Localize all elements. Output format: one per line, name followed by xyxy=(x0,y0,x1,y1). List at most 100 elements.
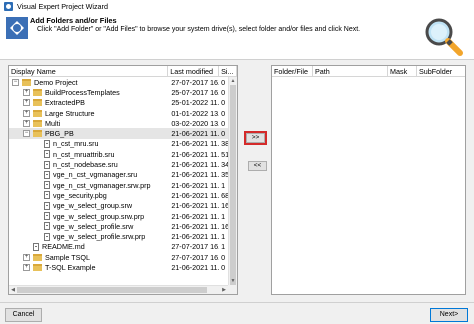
tree-row-label: vge_security.pbg xyxy=(53,190,107,200)
column-display-name[interactable]: Display Name xyxy=(9,66,169,76)
tree-row[interactable]: vge_w_select_profile.srw 21-06-2021 11...… xyxy=(9,221,237,231)
folder-icon xyxy=(22,78,31,86)
expand-icon[interactable]: + xyxy=(23,253,30,261)
scroll-corner xyxy=(228,285,237,294)
magnifier-icon xyxy=(425,18,463,56)
column-path[interactable]: Path xyxy=(313,66,388,76)
tree-row[interactable]: + BuildProcessTemplates 25-07-2017 16... 0 xyxy=(9,87,237,97)
tree-row-modified: 21-06-2021 11... xyxy=(171,149,220,159)
folder-icon xyxy=(33,263,42,271)
window-title: Visual Expert Project Wizard xyxy=(17,2,108,11)
tree-row-modified: 21-06-2021 11... xyxy=(171,170,220,180)
file-icon xyxy=(44,181,50,190)
tree-row[interactable]: − PBG_PB 21-06-2021 11... 0 xyxy=(9,128,237,139)
tree-row-label: Multi xyxy=(45,118,61,128)
collapse-icon[interactable]: − xyxy=(23,130,30,138)
tree-row-label: vge_w_select_profile.srw xyxy=(53,221,134,231)
horizontal-scrollbar[interactable]: ◀ ▶ xyxy=(9,285,228,294)
column-mask[interactable]: Mask xyxy=(388,66,417,76)
tree-row[interactable]: vge_w_select_group.srw 21-06-2021 11... 16 xyxy=(9,201,237,211)
tree-row-label: n_cst_mruattrib.sru xyxy=(53,149,115,159)
app-icon xyxy=(4,2,13,11)
tree-row[interactable]: README.md 27-07-2017 16... 1 xyxy=(9,242,237,252)
tree-row-modified: 21-06-2021 11... xyxy=(171,232,220,242)
tree-row[interactable]: − Demo Project 27-07-2017 16... 0 xyxy=(9,77,237,87)
column-last-modified[interactable]: Last modified xyxy=(168,66,220,76)
scroll-down-icon[interactable]: ▼ xyxy=(229,277,237,285)
remove-selection-button[interactable]: << xyxy=(248,161,267,171)
tree-row[interactable]: n_cst_mru.sru21-06-2021 11...383 xyxy=(9,139,237,149)
scroll-left-icon[interactable]: ◀ xyxy=(9,286,17,294)
next-button[interactable]: Next> xyxy=(430,308,468,322)
tree-row-label: Demo Project xyxy=(34,77,78,87)
tree-row-modified: 21-06-2021 11... xyxy=(171,139,220,149)
tree-row-label: Sample TSQL xyxy=(45,252,91,262)
column-folder-file[interactable]: Folder/File xyxy=(272,66,313,76)
visual-expert-logo-icon xyxy=(6,17,28,39)
file-icon xyxy=(44,222,50,231)
tree-row-label: README.md xyxy=(42,242,85,252)
add-selection-button[interactable]: >> xyxy=(246,133,265,143)
tree-row-name-cell: + Sample TSQL xyxy=(9,253,168,262)
scroll-up-icon[interactable]: ▲ xyxy=(229,77,237,85)
vertical-scrollbar[interactable]: ▲ ▼ xyxy=(228,77,237,285)
tree-row[interactable]: n_cst_nodebase.sru 21-06-2021 11... 34 xyxy=(9,159,237,169)
tree-row-name-cell: + T-SQL Example xyxy=(9,263,168,272)
file-icon xyxy=(44,150,50,159)
expand-icon[interactable]: + xyxy=(23,119,30,127)
tree-row-name-cell: vge_w_select_group.srw.prp xyxy=(9,212,168,221)
tree-row[interactable]: + Sample TSQL 27-07-2017 16... 0 xyxy=(9,252,237,262)
tree-row-name-cell: n_cst_nodebase.sru xyxy=(9,160,168,169)
column-size[interactable]: Si... xyxy=(219,66,237,76)
tree-row[interactable]: vge_n_cst_vgmanager.sru 21-06-2021 11... 3… xyxy=(9,170,237,180)
tree-row-name-cell: vge_n_cst_vgmanager.sru xyxy=(9,170,168,179)
selected-items-table[interactable]: Folder/File Path Mask SubFolder xyxy=(271,65,466,295)
horizontal-scroll-thumb[interactable] xyxy=(17,287,207,293)
tree-row-name-cell: vge_w_select_group.srw xyxy=(9,201,168,210)
tree-row-label: vge_w_select_group.srw xyxy=(53,201,133,211)
file-icon xyxy=(33,242,39,251)
tree-row-label: vge_w_select_group.srw.prp xyxy=(53,211,145,221)
tree-row-modified: 21-06-2021 11... xyxy=(171,262,220,272)
collapse-icon[interactable]: − xyxy=(12,78,19,86)
tree-row-label: PBG_PB xyxy=(45,129,74,139)
tree-row-name-cell: vge_w_select_profile.srw xyxy=(9,222,168,231)
tree-row-modified: 27-07-2017 16... xyxy=(171,242,220,252)
vertical-scroll-thumb[interactable] xyxy=(230,85,236,285)
tree-row-label: vge_n_cst_vgmanager.srw.prp xyxy=(53,180,151,190)
tree-row-modified: 21-06-2021 11... xyxy=(171,201,220,211)
tree-row[interactable]: + T-SQL Example 21-06-2021 11... 0 xyxy=(9,262,237,272)
expand-icon[interactable]: + xyxy=(23,99,30,107)
tree-row-name-cell: vge_w_select_profile.srw.prp xyxy=(9,232,168,241)
source-tree-table[interactable]: Display Name Last modified Si... − Demo P… xyxy=(8,65,238,295)
folder-icon xyxy=(33,99,42,107)
title-bar: Visual Expert Project Wizard xyxy=(0,0,474,13)
tree-row[interactable]: n_cst_mruattrib.sru 21-06-2021 11... 51 xyxy=(9,149,237,159)
tree-row[interactable]: vge_w_select_profile.srw.prp 21-06-2021 1… xyxy=(9,231,237,241)
expand-icon[interactable]: + xyxy=(23,109,30,117)
file-icon xyxy=(44,232,50,241)
tree-row-name-cell: − PBG_PB xyxy=(9,129,168,138)
expand-icon[interactable]: + xyxy=(23,88,30,96)
tree-row[interactable]: + ExtractedPB 25-01-2022 11... 0 xyxy=(9,98,237,108)
cancel-button[interactable]: Cancel xyxy=(5,308,42,322)
folder-icon xyxy=(33,130,42,138)
step-description: Click "Add Folder" or "Add Files" to bro… xyxy=(37,26,361,33)
column-subfolder[interactable]: SubFolder xyxy=(417,66,465,76)
tree-row-modified: 21-06-2021 11... xyxy=(171,160,220,170)
tree-row-modified: 21-06-2021 11... xyxy=(171,129,220,139)
tree-row-name-cell: + Large Structure xyxy=(9,109,168,118)
expand-icon[interactable]: + xyxy=(23,263,30,271)
file-icon xyxy=(44,160,50,169)
file-icon xyxy=(44,191,50,200)
tree-row-name-cell: + Multi xyxy=(9,119,168,128)
tree-row[interactable]: + Large Structure 01-01-2022 13... 0 xyxy=(9,108,237,118)
tree-row-modified: 21-06-2021 11... xyxy=(171,180,220,190)
tree-row[interactable]: vge_n_cst_vgmanager.srw.prp 21-06-2021 11… xyxy=(9,180,237,190)
tree-row[interactable]: vge_w_select_group.srw.prp 21-06-2021 11.… xyxy=(9,211,237,221)
tree-row[interactable]: + Multi 03-02-2020 13... 0 xyxy=(9,118,237,128)
source-tree-rows: − Demo Project 27-07-2017 16... 0 + BuildProc… xyxy=(9,77,237,273)
scroll-right-icon[interactable]: ▶ xyxy=(220,286,228,294)
tree-row[interactable]: vge_security.pbg21-06-2021 11...684 xyxy=(9,190,237,200)
tree-row-label: BuildProcessTemplates xyxy=(45,87,120,97)
